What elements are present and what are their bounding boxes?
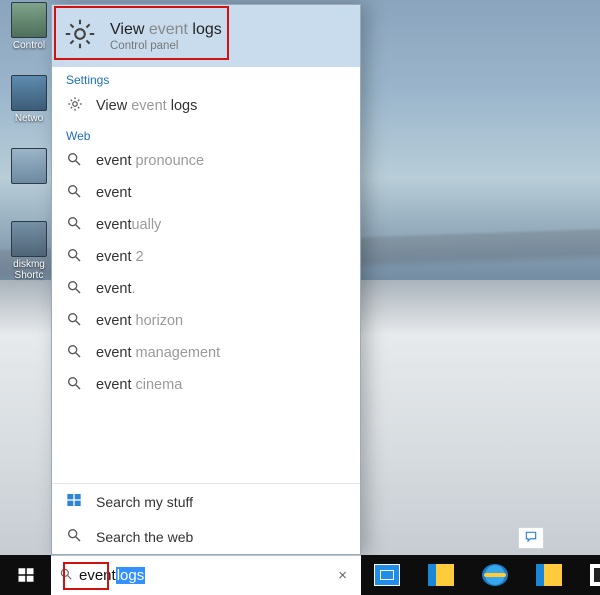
best-match-text: View event logs Control panel [110, 21, 222, 52]
clear-search-button[interactable]: × [332, 567, 353, 584]
search-icon [66, 151, 84, 171]
search-icon [66, 279, 84, 299]
result-label: eventually [96, 217, 161, 233]
result-label: event 2 [96, 249, 144, 265]
result-label: event. [96, 281, 136, 297]
task-view-button[interactable] [361, 555, 413, 595]
scope-label: Search the web [96, 529, 193, 545]
web-result-item[interactable]: event cinema [52, 369, 360, 401]
file-explorer-button[interactable] [415, 555, 467, 595]
file-explorer-button[interactable] [523, 555, 575, 595]
web-result-item[interactable]: event [52, 177, 360, 209]
task-view-icon [374, 564, 400, 586]
store-button[interactable] [577, 555, 600, 595]
windows-icon [17, 566, 35, 584]
result-label: event [96, 185, 131, 201]
start-button[interactable] [0, 555, 51, 595]
search-results-panel: View event logs Control panel Settings V… [51, 4, 361, 555]
speech-bubble-icon [523, 530, 539, 547]
internet-explorer-icon [482, 564, 508, 586]
search-scope-item[interactable]: Search the web [52, 519, 360, 554]
search-icon [66, 343, 84, 363]
search-input-bar[interactable]: event logs × [51, 555, 361, 595]
best-match-subtitle: Control panel [110, 40, 222, 52]
search-icon [66, 527, 84, 546]
feedback-button[interactable] [518, 527, 544, 549]
file-explorer-icon [428, 564, 454, 586]
result-label: event pronounce [96, 153, 204, 169]
search-scope-list: Search my stuff Search the web [52, 483, 360, 554]
search-icon [66, 215, 84, 235]
taskbar-pinned-apps [361, 555, 600, 595]
web-result-item[interactable]: event. [52, 273, 360, 305]
desktop-icon[interactable]: Netwo [5, 75, 53, 124]
desktop-icon-label: Control [13, 40, 45, 51]
search-input-text: event logs [79, 567, 145, 584]
web-result-item[interactable]: event horizon [52, 305, 360, 337]
desktop-icon-label: Netwo [15, 113, 43, 124]
file-explorer-icon [536, 564, 562, 586]
search-icon [66, 375, 84, 395]
settings-result-item[interactable]: View event logs [52, 89, 360, 123]
gear-icon [62, 16, 98, 57]
desktop-icon[interactable] [5, 148, 53, 186]
web-result-item[interactable]: event pronounce [52, 145, 360, 177]
search-icon [66, 247, 84, 267]
windows-icon [66, 492, 84, 511]
section-label-web: Web [52, 123, 360, 145]
web-result-item[interactable]: event 2 [52, 241, 360, 273]
search-icon [66, 311, 84, 331]
desktop-icon[interactable]: diskmg Shortc [5, 221, 53, 281]
search-icon [66, 183, 84, 203]
gear-icon [66, 95, 84, 117]
result-label: event cinema [96, 377, 182, 393]
result-label: event management [96, 345, 220, 361]
desktop-icon[interactable]: Control [5, 2, 53, 51]
section-label-settings: Settings [52, 67, 360, 89]
store-icon [590, 564, 600, 586]
web-result-item[interactable]: eventually [52, 209, 360, 241]
web-result-item[interactable]: event management [52, 337, 360, 369]
result-label: View event logs [96, 98, 197, 114]
best-match-item[interactable]: View event logs Control panel [52, 5, 360, 67]
desktop-icon-label: diskmg Shortc [13, 259, 45, 281]
internet-explorer-button[interactable] [469, 555, 521, 595]
result-label: event horizon [96, 313, 183, 329]
search-scope-item[interactable]: Search my stuff [52, 484, 360, 519]
scope-label: Search my stuff [96, 494, 193, 510]
search-icon [59, 567, 73, 584]
